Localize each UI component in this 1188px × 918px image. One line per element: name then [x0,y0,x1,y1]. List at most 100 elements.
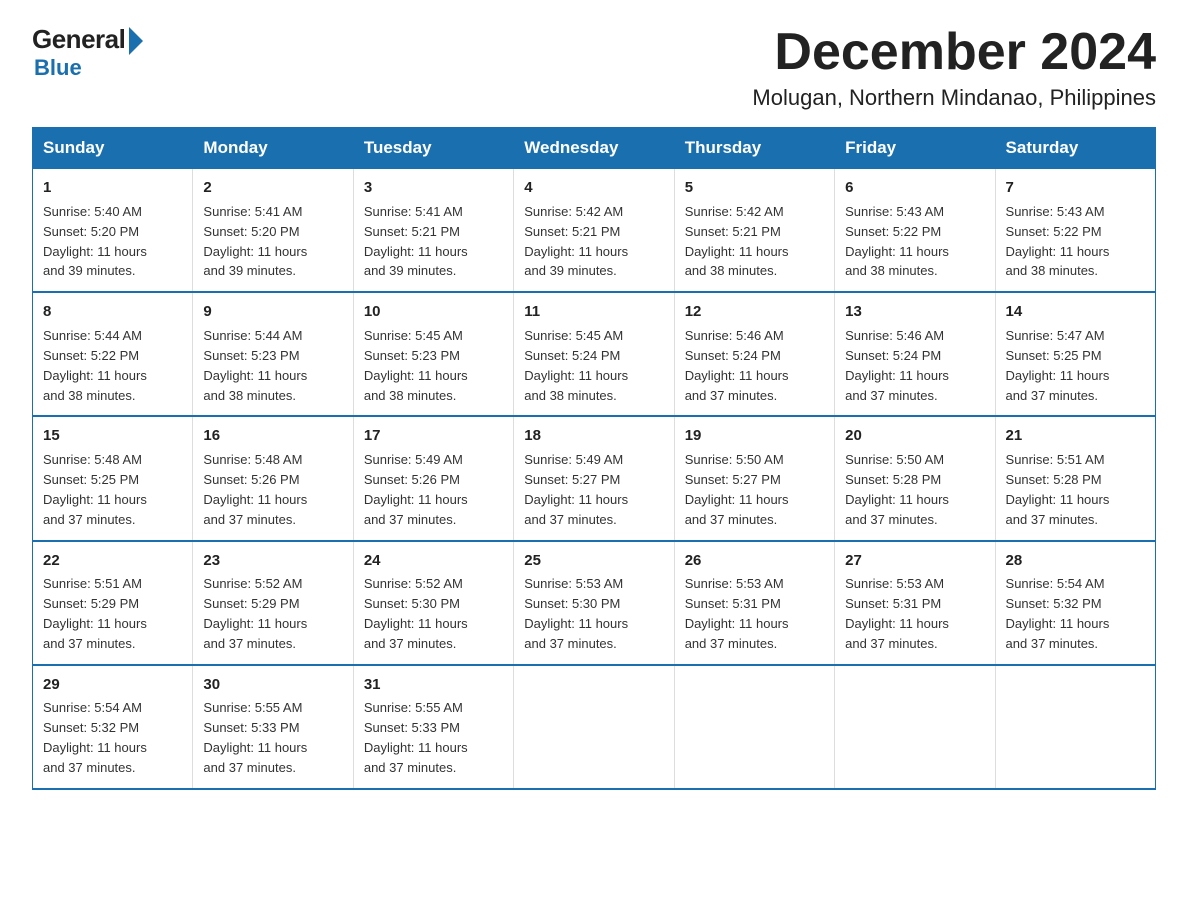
day-info: Sunrise: 5:52 AMSunset: 5:30 PMDaylight:… [364,576,468,651]
table-row: 2 Sunrise: 5:41 AMSunset: 5:20 PMDaylight… [193,169,353,293]
day-info: Sunrise: 5:51 AMSunset: 5:29 PMDaylight:… [43,576,147,651]
day-info: Sunrise: 5:44 AMSunset: 5:23 PMDaylight:… [203,328,307,403]
day-info: Sunrise: 5:55 AMSunset: 5:33 PMDaylight:… [364,700,468,775]
table-row: 31 Sunrise: 5:55 AMSunset: 5:33 PMDayligh… [353,665,513,789]
location-title: Molugan, Northern Mindanao, Philippines [752,85,1156,111]
day-info: Sunrise: 5:54 AMSunset: 5:32 PMDaylight:… [43,700,147,775]
table-row: 29Sunrise: 5:54 AMSunset: 5:32 PMDayligh… [33,665,193,789]
day-number: 25 [524,550,663,572]
logo-blue-text: Blue [34,55,82,81]
calendar-week-row: 8 Sunrise: 5:44 AMSunset: 5:22 PMDaylight… [33,292,1156,416]
title-area: December 2024 Molugan, Northern Mindanao… [752,24,1156,111]
table-row [674,665,834,789]
table-row: 21 Sunrise: 5:51 AMSunset: 5:28 PMDayligh… [995,416,1155,540]
col-thursday: Thursday [674,128,834,169]
table-row: 14 Sunrise: 5:47 AMSunset: 5:25 PMDayligh… [995,292,1155,416]
day-number: 22 [43,550,182,572]
logo-general-text: General [32,24,125,55]
day-number: 1 [43,177,182,199]
table-row: 6 Sunrise: 5:43 AMSunset: 5:22 PMDaylight… [835,169,995,293]
table-row: 22 Sunrise: 5:51 AMSunset: 5:29 PMDayligh… [33,541,193,665]
day-info: Sunrise: 5:43 AMSunset: 5:22 PMDaylight:… [845,204,949,279]
calendar-header-row: Sunday Monday Tuesday Wednesday Thursday… [33,128,1156,169]
day-info: Sunrise: 5:53 AMSunset: 5:30 PMDaylight:… [524,576,628,651]
day-number: 5 [685,177,824,199]
day-number: 31 [364,674,503,696]
day-info: Sunrise: 5:47 AMSunset: 5:25 PMDaylight:… [1006,328,1110,403]
calendar-week-row: 15 Sunrise: 5:48 AMSunset: 5:25 PMDayligh… [33,416,1156,540]
month-title: December 2024 [752,24,1156,81]
day-info: Sunrise: 5:50 AMSunset: 5:28 PMDaylight:… [845,452,949,527]
day-number: 11 [524,301,663,323]
day-number: 21 [1006,425,1145,447]
day-info: Sunrise: 5:46 AMSunset: 5:24 PMDaylight:… [845,328,949,403]
day-number: 28 [1006,550,1145,572]
day-info: Sunrise: 5:48 AMSunset: 5:25 PMDaylight:… [43,452,147,527]
day-info: Sunrise: 5:45 AMSunset: 5:24 PMDaylight:… [524,328,628,403]
table-row: 13Sunrise: 5:46 AMSunset: 5:24 PMDayligh… [835,292,995,416]
table-row: 26 Sunrise: 5:53 AMSunset: 5:31 PMDayligh… [674,541,834,665]
table-row: 28 Sunrise: 5:54 AMSunset: 5:32 PMDayligh… [995,541,1155,665]
table-row: 4Sunrise: 5:42 AMSunset: 5:21 PMDaylight… [514,169,674,293]
day-number: 20 [845,425,984,447]
table-row: 3Sunrise: 5:41 AMSunset: 5:21 PMDaylight… [353,169,513,293]
col-monday: Monday [193,128,353,169]
day-number: 2 [203,177,342,199]
table-row: 27 Sunrise: 5:53 AMSunset: 5:31 PMDayligh… [835,541,995,665]
day-info: Sunrise: 5:46 AMSunset: 5:24 PMDaylight:… [685,328,789,403]
day-number: 12 [685,301,824,323]
day-info: Sunrise: 5:49 AMSunset: 5:26 PMDaylight:… [364,452,468,527]
table-row: 9 Sunrise: 5:44 AMSunset: 5:23 PMDaylight… [193,292,353,416]
day-number: 10 [364,301,503,323]
table-row: 19Sunrise: 5:50 AMSunset: 5:27 PMDayligh… [674,416,834,540]
logo: General Blue [32,24,143,81]
day-info: Sunrise: 5:53 AMSunset: 5:31 PMDaylight:… [685,576,789,651]
day-info: Sunrise: 5:42 AMSunset: 5:21 PMDaylight:… [524,204,628,279]
table-row: 12 Sunrise: 5:46 AMSunset: 5:24 PMDayligh… [674,292,834,416]
day-info: Sunrise: 5:50 AMSunset: 5:27 PMDaylight:… [685,452,789,527]
day-info: Sunrise: 5:40 AMSunset: 5:20 PMDaylight:… [43,204,147,279]
table-row: 7 Sunrise: 5:43 AMSunset: 5:22 PMDaylight… [995,169,1155,293]
table-row [995,665,1155,789]
col-wednesday: Wednesday [514,128,674,169]
day-number: 27 [845,550,984,572]
day-info: Sunrise: 5:54 AMSunset: 5:32 PMDaylight:… [1006,576,1110,651]
table-row: 23Sunrise: 5:52 AMSunset: 5:29 PMDayligh… [193,541,353,665]
table-row: 24 Sunrise: 5:52 AMSunset: 5:30 PMDayligh… [353,541,513,665]
table-row [514,665,674,789]
day-number: 8 [43,301,182,323]
table-row [835,665,995,789]
day-info: Sunrise: 5:41 AMSunset: 5:20 PMDaylight:… [203,204,307,279]
day-number: 6 [845,177,984,199]
day-number: 15 [43,425,182,447]
calendar-table: Sunday Monday Tuesday Wednesday Thursday… [32,127,1156,790]
logo-arrow-icon [129,27,143,55]
day-number: 24 [364,550,503,572]
day-number: 14 [1006,301,1145,323]
day-info: Sunrise: 5:53 AMSunset: 5:31 PMDaylight:… [845,576,949,651]
table-row: 17 Sunrise: 5:49 AMSunset: 5:26 PMDayligh… [353,416,513,540]
col-saturday: Saturday [995,128,1155,169]
table-row: 25 Sunrise: 5:53 AMSunset: 5:30 PMDayligh… [514,541,674,665]
table-row: 1 Sunrise: 5:40 AMSunset: 5:20 PMDaylight… [33,169,193,293]
day-number: 26 [685,550,824,572]
calendar-week-row: 1 Sunrise: 5:40 AMSunset: 5:20 PMDaylight… [33,169,1156,293]
table-row: 10Sunrise: 5:45 AMSunset: 5:23 PMDayligh… [353,292,513,416]
day-info: Sunrise: 5:51 AMSunset: 5:28 PMDaylight:… [1006,452,1110,527]
day-number: 17 [364,425,503,447]
day-info: Sunrise: 5:49 AMSunset: 5:27 PMDaylight:… [524,452,628,527]
calendar-week-row: 29Sunrise: 5:54 AMSunset: 5:32 PMDayligh… [33,665,1156,789]
col-tuesday: Tuesday [353,128,513,169]
day-number: 23 [203,550,342,572]
col-friday: Friday [835,128,995,169]
table-row: 15 Sunrise: 5:48 AMSunset: 5:25 PMDayligh… [33,416,193,540]
day-number: 3 [364,177,503,199]
day-info: Sunrise: 5:43 AMSunset: 5:22 PMDaylight:… [1006,204,1110,279]
day-number: 9 [203,301,342,323]
table-row: 5Sunrise: 5:42 AMSunset: 5:21 PMDaylight… [674,169,834,293]
col-sunday: Sunday [33,128,193,169]
day-info: Sunrise: 5:48 AMSunset: 5:26 PMDaylight:… [203,452,307,527]
day-info: Sunrise: 5:44 AMSunset: 5:22 PMDaylight:… [43,328,147,403]
day-number: 30 [203,674,342,696]
day-number: 7 [1006,177,1145,199]
